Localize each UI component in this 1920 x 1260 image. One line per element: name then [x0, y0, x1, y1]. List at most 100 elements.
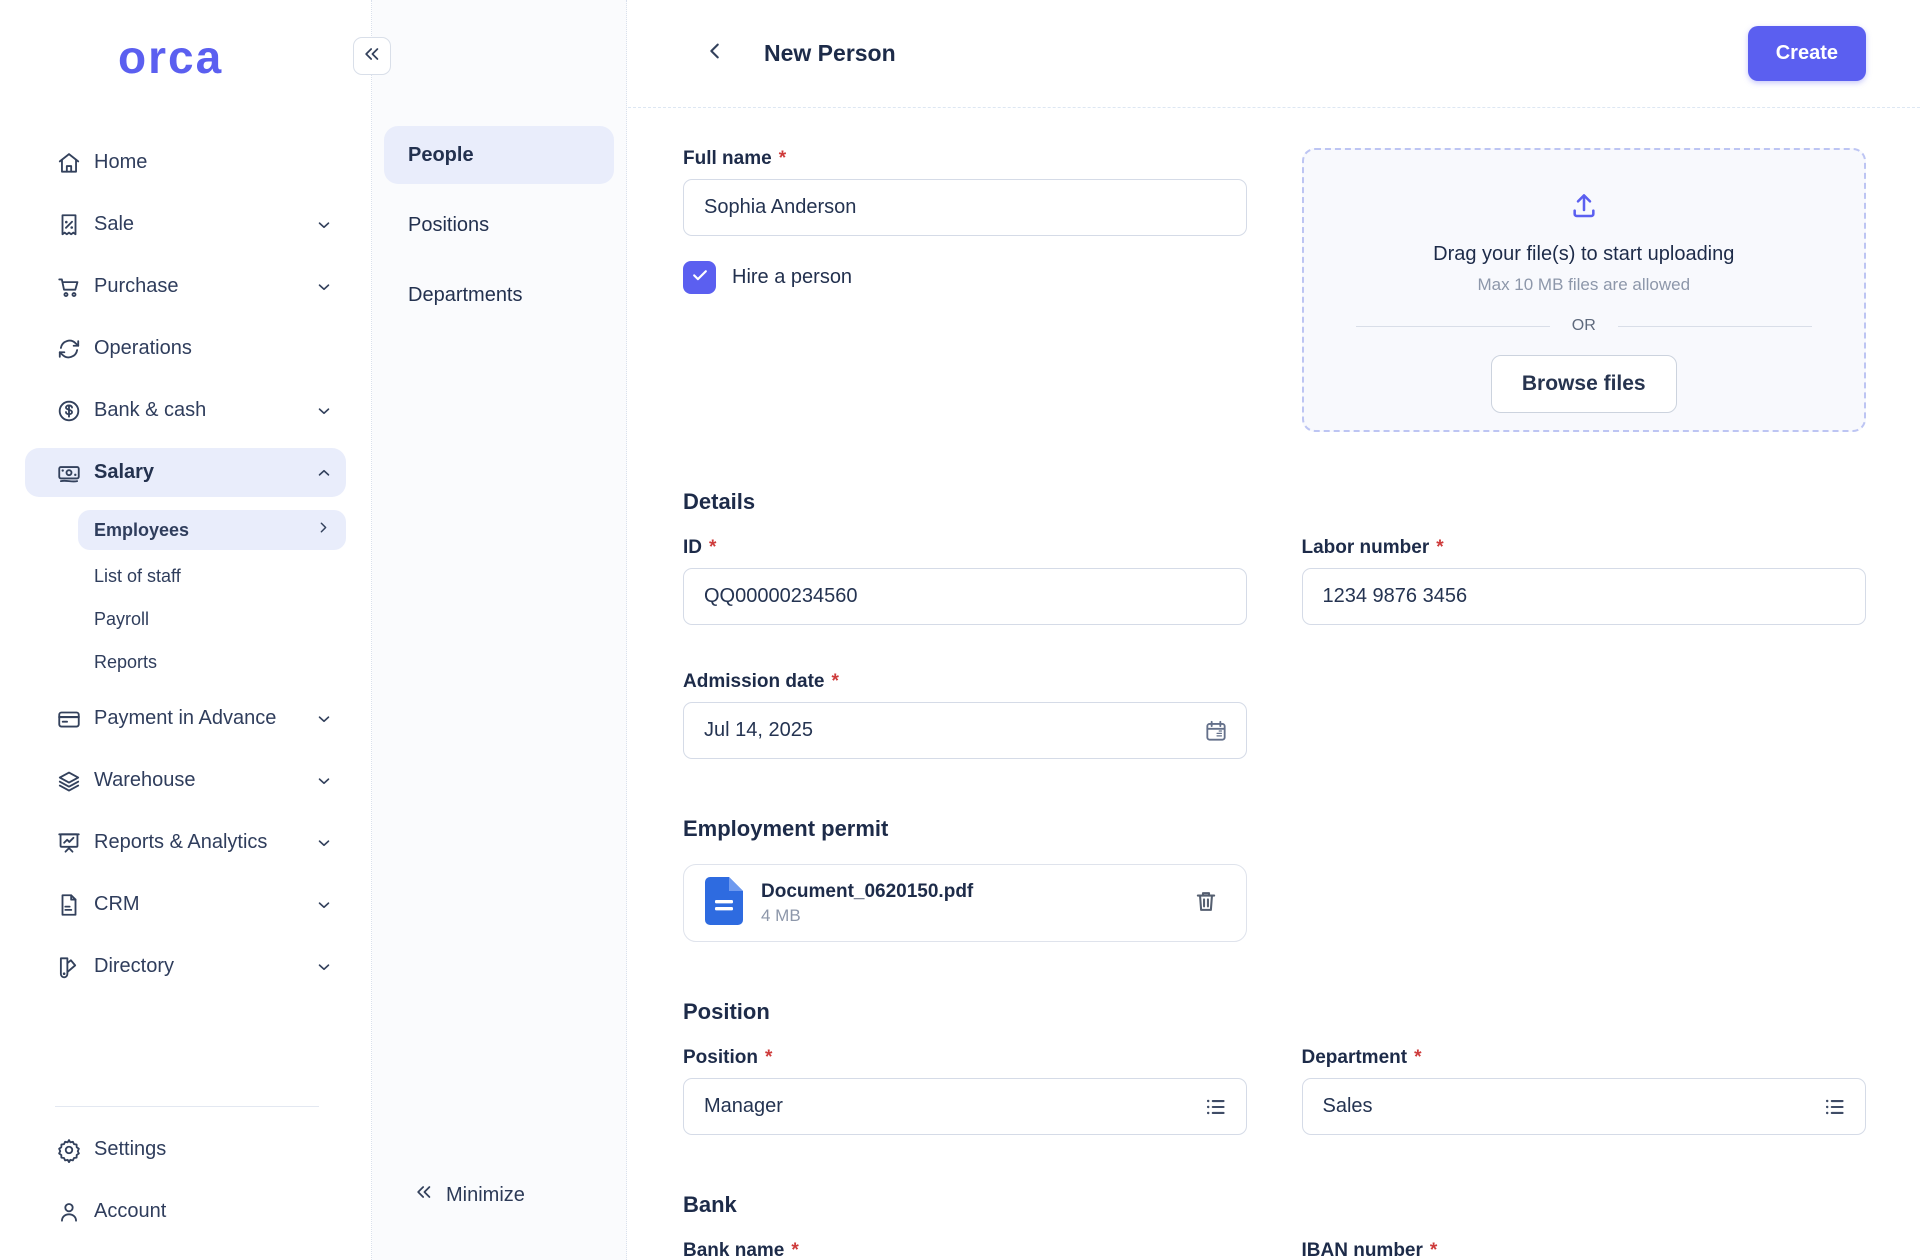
required-asterisk: * [1414, 1047, 1421, 1068]
chevron-right-icon [315, 519, 332, 541]
file-dropzone[interactable]: Drag your file(s) to start uploading Max… [1302, 148, 1867, 432]
sidebar-item-label: Salary [94, 461, 314, 484]
chevron-left-icon [704, 40, 726, 67]
chevrons-left-icon [414, 1182, 434, 1208]
delete-file-button[interactable] [1192, 889, 1220, 917]
sidebar-item-bank-cash[interactable]: Bank & cash [25, 386, 346, 435]
sidebar-item-settings[interactable]: Settings [25, 1125, 346, 1174]
sidebar-item-reports-analytics[interactable]: Reports & Analytics [25, 818, 346, 867]
position-label: Position* [683, 1047, 1247, 1069]
chevron-down-icon [314, 401, 334, 421]
sidebar-item-label: Bank & cash [94, 399, 314, 422]
layers-icon [55, 767, 82, 794]
sidebar-item-label: Reports & Analytics [94, 831, 314, 854]
position-input[interactable] [683, 1078, 1247, 1135]
sidebar-item-label: Directory [94, 955, 314, 978]
sidebar-item-label: Settings [94, 1138, 334, 1161]
chevron-down-icon [314, 771, 334, 791]
labor-number-label: Labor number* [1302, 537, 1867, 559]
chevron-down-icon [314, 833, 334, 853]
labor-number-input[interactable] [1302, 568, 1867, 625]
file-size: 4 MB [761, 906, 1192, 926]
department-input[interactable] [1302, 1078, 1867, 1135]
calendar-icon[interactable] [1203, 718, 1229, 744]
sidebar-item-label: Payment in Advance [94, 707, 314, 730]
sidebar-item-salary[interactable]: Salary [25, 448, 346, 497]
minimize-button[interactable]: Minimize [372, 1182, 626, 1208]
sidebar-item-label: Operations [94, 337, 334, 360]
hire-person-row: Hire a person [683, 261, 1247, 294]
required-asterisk: * [1436, 537, 1443, 558]
hire-person-label: Hire a person [732, 266, 852, 289]
gear-icon [55, 1136, 82, 1163]
credit-card-icon [55, 705, 82, 732]
back-button[interactable] [700, 39, 730, 69]
hire-person-checkbox[interactable] [683, 261, 716, 294]
sidebar-item-warehouse[interactable]: Warehouse [25, 756, 346, 805]
subnav-item-people[interactable]: People [384, 126, 614, 184]
sidebar-item-operations[interactable]: Operations [25, 324, 346, 373]
bank-name-label: Bank name* [683, 1240, 1247, 1260]
sale-receipt-icon [55, 211, 82, 238]
required-asterisk: * [709, 537, 716, 558]
sidebar-item-crm[interactable]: CRM [25, 880, 346, 929]
bank-heading: Bank [683, 1192, 1866, 1218]
trash-icon [1193, 888, 1219, 919]
position-heading: Position [683, 999, 1866, 1025]
full-name-label: Full name* [683, 148, 1247, 170]
sidebar-item-label: Account [94, 1200, 334, 1223]
banknote-icon [55, 459, 82, 486]
sidebar-item-home[interactable]: Home [25, 138, 346, 187]
admission-date-input[interactable] [683, 702, 1247, 759]
sidebar-collapse-button[interactable] [353, 37, 391, 75]
sidebar-item-label: Warehouse [94, 769, 314, 792]
sidebar-divider [55, 1106, 319, 1107]
dropzone-title: Drag your file(s) to start uploading [1433, 243, 1734, 266]
upload-icon [1568, 190, 1600, 227]
or-divider: OR [1356, 317, 1812, 335]
full-name-input[interactable] [683, 179, 1247, 236]
sidebar-item-payment-in-advance[interactable]: Payment in Advance [25, 694, 346, 743]
chevron-up-icon [314, 463, 334, 483]
presentation-chart-icon [55, 829, 82, 856]
create-button[interactable]: Create [1748, 26, 1866, 81]
sidebar-item-purchase[interactable]: Purchase [25, 262, 346, 311]
sidebar-item-account[interactable]: Account [25, 1187, 346, 1236]
required-asterisk: * [779, 148, 786, 169]
chevron-down-icon [314, 957, 334, 977]
page-header: New Person Create [628, 0, 1920, 108]
chevron-down-icon [314, 895, 334, 915]
sidebar-subitem-reports[interactable]: Reports [78, 642, 346, 682]
id-label: ID* [683, 537, 1247, 559]
sidebar-item-label: Sale [94, 213, 314, 236]
sidebar-item-label: CRM [94, 893, 314, 916]
sidebar-subitem-list-of-staff[interactable]: List of staff [78, 556, 346, 596]
operations-refresh-icon [55, 335, 82, 362]
list-select-icon[interactable] [1203, 1094, 1229, 1120]
home-icon [55, 149, 82, 176]
page-title: New Person [764, 40, 896, 67]
user-icon [55, 1198, 82, 1225]
check-icon [690, 265, 710, 290]
new-person-form: Full name* Hire a person Drag your file(… [628, 108, 1920, 1260]
cart-icon [55, 273, 82, 300]
swatches-icon [55, 953, 82, 980]
orca-logo: orca [118, 34, 371, 80]
sidebar-item-directory[interactable]: Directory [25, 942, 346, 991]
subnav-item-departments[interactable]: Departments [384, 266, 614, 324]
sidebar-item-sale[interactable]: Sale [25, 200, 346, 249]
browse-files-button[interactable]: Browse files [1491, 355, 1677, 413]
details-heading: Details [683, 489, 1866, 515]
list-select-icon[interactable] [1822, 1094, 1848, 1120]
id-input[interactable] [683, 568, 1247, 625]
chevron-down-icon [314, 277, 334, 297]
file-meta: Document_0620150.pdf 4 MB [761, 881, 1192, 926]
sidebar-subitem-payroll[interactable]: Payroll [78, 599, 346, 639]
employment-permit-heading: Employment permit [683, 816, 1866, 842]
subnav-item-positions[interactable]: Positions [384, 196, 614, 254]
department-label: Department* [1302, 1047, 1867, 1069]
required-asterisk: * [765, 1047, 772, 1068]
iban-label: IBAN number* [1302, 1240, 1867, 1260]
sidebar-subitem-employees[interactable]: Employees [78, 510, 346, 550]
file-name: Document_0620150.pdf [761, 881, 1192, 903]
